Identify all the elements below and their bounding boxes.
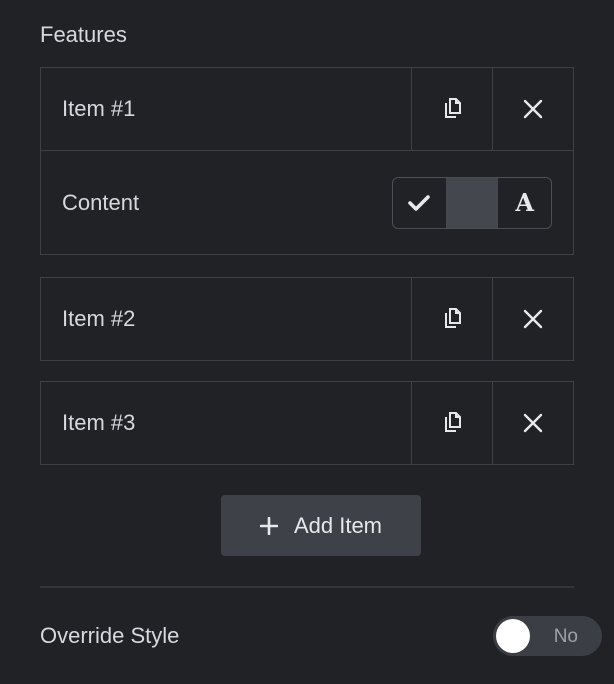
close-icon <box>523 99 543 119</box>
item-title[interactable]: Item #3 <box>41 382 411 464</box>
repeater-item-3: Item #3 <box>40 381 574 465</box>
remove-button[interactable] <box>492 68 573 150</box>
item-title[interactable]: Item #1 <box>41 68 411 150</box>
text-icon: A <box>515 188 534 217</box>
content-label: Content <box>62 189 140 215</box>
close-icon <box>523 309 543 329</box>
copy-icon <box>445 98 461 118</box>
close-icon <box>523 413 543 433</box>
duplicate-button[interactable] <box>411 68 492 150</box>
repeater-item-1: Item #1 Content A <box>40 67 574 255</box>
choose-option-check[interactable] <box>393 178 446 228</box>
repeater-item-2: Item #2 <box>40 277 574 361</box>
plus-icon <box>259 516 278 535</box>
duplicate-button[interactable] <box>411 278 492 360</box>
duplicate-button[interactable] <box>411 382 492 464</box>
section-title: Features <box>40 22 127 47</box>
choose-option-text[interactable]: A <box>498 178 551 228</box>
copy-icon <box>445 308 461 328</box>
check-icon <box>408 194 431 211</box>
override-style-toggle[interactable]: No <box>493 616 602 656</box>
copy-icon <box>445 412 461 432</box>
content-choose-control: A <box>392 176 552 229</box>
remove-button[interactable] <box>492 278 573 360</box>
divider <box>40 586 574 588</box>
add-item-button[interactable]: Add Item <box>221 495 421 556</box>
toggle-text: No <box>553 626 578 647</box>
remove-button[interactable] <box>492 382 573 464</box>
item-title[interactable]: Item #2 <box>41 278 411 360</box>
add-item-label: Add Item <box>293 512 383 538</box>
toggle-knob <box>496 619 530 653</box>
choose-option-blank[interactable] <box>445 177 499 228</box>
content-field: Content A <box>41 150 573 254</box>
override-style-label: Override Style <box>40 623 180 648</box>
